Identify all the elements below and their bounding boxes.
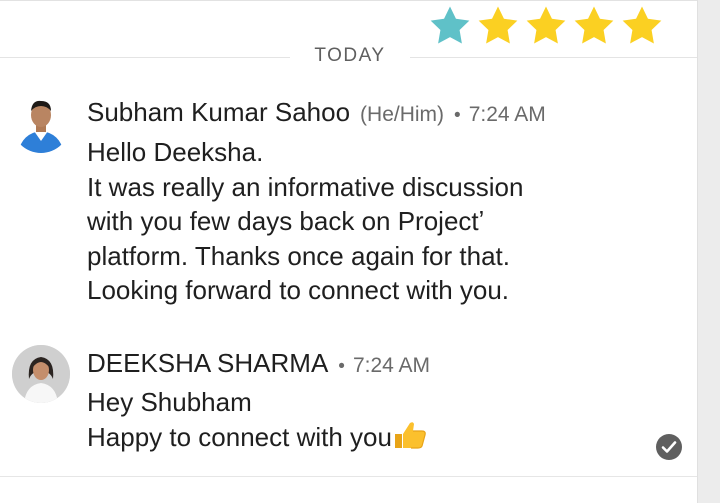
sender-name[interactable]: DEEKSHA SHARMA <box>87 348 328 379</box>
divider-line <box>410 57 697 58</box>
message-line: It was really an informative discussion <box>87 171 524 202</box>
sender-pronouns: (He/Him) <box>360 103 445 126</box>
message-line: Hey Shubham <box>87 387 252 417</box>
bottom-divider <box>0 476 697 477</box>
message-line-with-emoji: Happy to connect with you <box>87 420 427 455</box>
top-divider <box>0 0 697 1</box>
sender-name[interactable]: Subham Kumar Sahoo <box>87 97 350 128</box>
scroll-gutter <box>697 0 720 503</box>
message-header: DEEKSHA SHARMA • 7:24 AM <box>87 348 430 379</box>
message-line: Looking forward to connect with you. <box>87 275 510 305</box>
message-body: Hello Deeksha. It was really an informat… <box>87 135 523 308</box>
message-line: with you few days back on Projectʼ <box>87 206 485 236</box>
message-time: 7:24 AM <box>352 354 431 377</box>
message-body: Hey Shubham Happy to connect with you <box>87 385 427 454</box>
message-line: Happy to connect with you <box>87 421 392 452</box>
message-header: Subham Kumar Sahoo (He/Him) • 7:24 AM <box>87 97 546 128</box>
avatar-subham[interactable] <box>12 95 70 153</box>
separator-dot: • <box>454 105 461 126</box>
seen-check-icon <box>656 434 682 460</box>
message-time: 7:24 AM <box>468 103 546 126</box>
message-line: Hello Deeksha. <box>87 137 264 167</box>
message-line: platform. Thanks once again for that. <box>87 240 510 271</box>
day-label: TODAY <box>314 45 386 66</box>
divider-line <box>0 57 290 58</box>
messaging-panel: TODAY Subham Kumar Sahoo (He/Him) • 7:24… <box>0 0 697 503</box>
separator-dot: • <box>338 356 345 377</box>
day-divider: TODAY <box>0 40 697 76</box>
avatar-deeksha[interactable] <box>12 345 70 403</box>
thumbs-up-icon <box>394 421 426 449</box>
